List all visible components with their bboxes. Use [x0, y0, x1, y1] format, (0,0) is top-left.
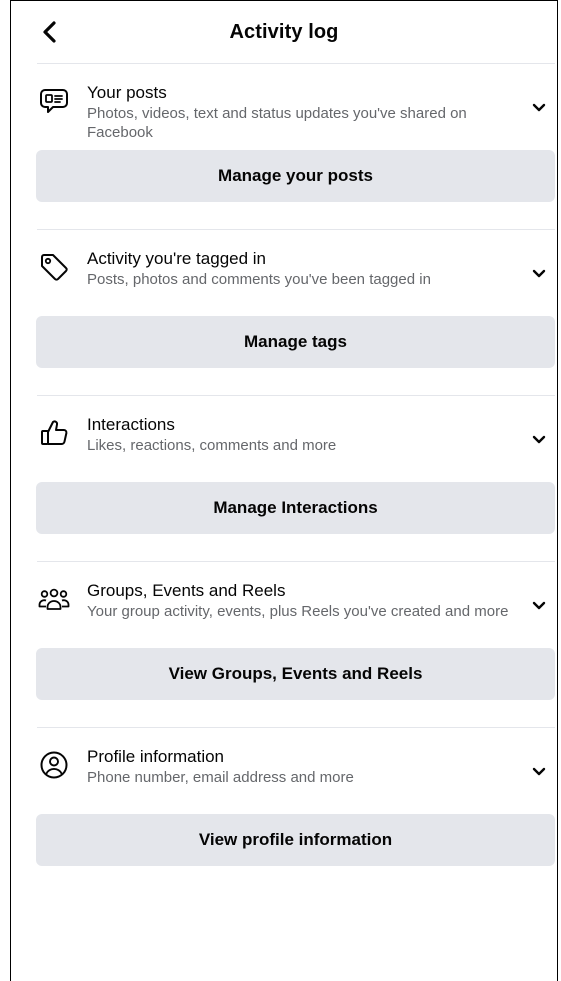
manage-tags-button[interactable]: Manage tags	[36, 316, 555, 368]
activity-log-screen: Activity log Your posts Photos, videos, …	[10, 0, 558, 981]
thumbs-up-icon	[37, 416, 71, 450]
section-title: Interactions	[87, 415, 175, 434]
section-subtitle: Posts, photos and comments you've been t…	[87, 271, 431, 288]
view-groups-events-reels-button[interactable]: View Groups, Events and Reels	[36, 648, 555, 700]
section-header-your-posts[interactable]: Your posts Photos, videos, text and stat…	[37, 64, 555, 150]
back-arrow-icon	[43, 21, 56, 43]
top-bar: Activity log	[11, 1, 557, 63]
section-header-tagged[interactable]: Activity you're tagged in Posts, photos …	[37, 230, 555, 316]
section-title: Your posts	[87, 83, 167, 102]
section-header-profile[interactable]: Profile information Phone number, email …	[37, 728, 555, 814]
tag-icon	[37, 250, 71, 284]
section-profile-information: Profile information Phone number, email …	[36, 727, 555, 866]
section-subtitle: Likes, reactions, comments and more	[87, 437, 337, 454]
section-your-posts: Your posts Photos, videos, text and stat…	[36, 63, 555, 202]
section-tagged: Activity you're tagged in Posts, photos …	[36, 229, 555, 368]
chevron-down-icon[interactable]	[529, 98, 549, 118]
section-interactions: Interactions Likes, reactions, comments …	[36, 395, 555, 534]
posts-icon	[37, 84, 71, 118]
manage-posts-button[interactable]: Manage your posts	[36, 150, 555, 202]
section-title: Activity you're tagged in	[87, 249, 267, 268]
page-title: Activity log	[229, 20, 339, 43]
back-button[interactable]	[35, 17, 63, 47]
view-profile-information-button[interactable]: View profile information	[36, 814, 555, 866]
section-header-groups[interactable]: Groups, Events and Reels Your group acti…	[37, 562, 555, 648]
section-title: Groups, Events and Reels	[87, 581, 286, 600]
section-subtitle: Photos, videos, text and status updates …	[87, 105, 467, 141]
chevron-down-icon[interactable]	[529, 264, 549, 284]
chevron-down-icon[interactable]	[529, 762, 549, 782]
section-groups-events-reels: Groups, Events and Reels Your group acti…	[36, 561, 555, 700]
section-title: Profile information	[87, 747, 225, 766]
section-header-interactions[interactable]: Interactions Likes, reactions, comments …	[37, 396, 555, 482]
chevron-down-icon[interactable]	[529, 596, 549, 616]
groups-icon	[37, 582, 71, 616]
section-subtitle: Phone number, email address and more	[87, 769, 354, 786]
chevron-down-icon[interactable]	[529, 430, 549, 450]
profile-icon	[37, 748, 71, 782]
section-subtitle: Your group activity, events, plus Reels …	[87, 603, 509, 620]
manage-interactions-button[interactable]: Manage Interactions	[36, 482, 555, 534]
